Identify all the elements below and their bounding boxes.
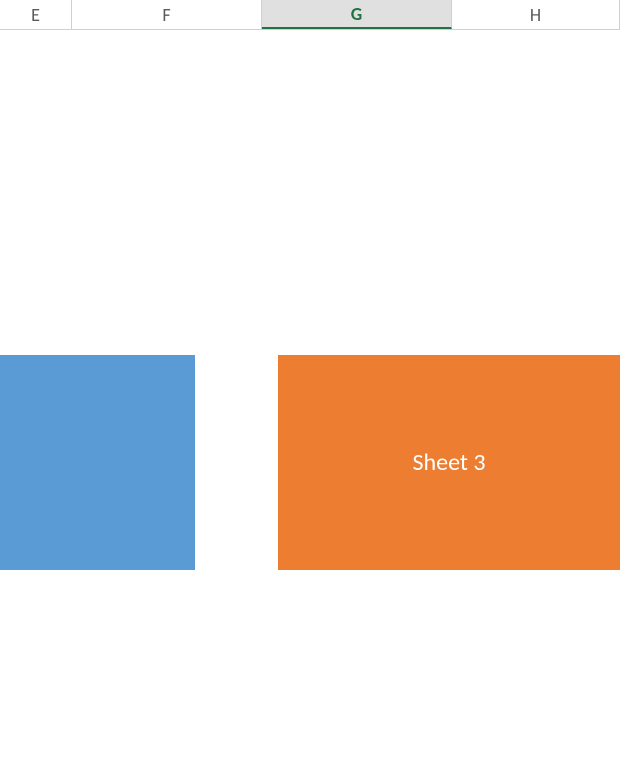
shape-blue-rectangle[interactable] xyxy=(0,355,195,570)
column-header-g[interactable]: G xyxy=(262,0,452,29)
spreadsheet-grid[interactable]: Sheet 3 xyxy=(0,30,620,775)
column-header-row: E F G H xyxy=(0,0,620,30)
shape-orange-rectangle[interactable]: Sheet 3 xyxy=(278,355,620,570)
column-header-h[interactable]: H xyxy=(452,0,620,29)
column-header-f[interactable]: F xyxy=(72,0,262,29)
column-header-e[interactable]: E xyxy=(0,0,72,29)
shape-orange-label: Sheet 3 xyxy=(412,448,485,477)
